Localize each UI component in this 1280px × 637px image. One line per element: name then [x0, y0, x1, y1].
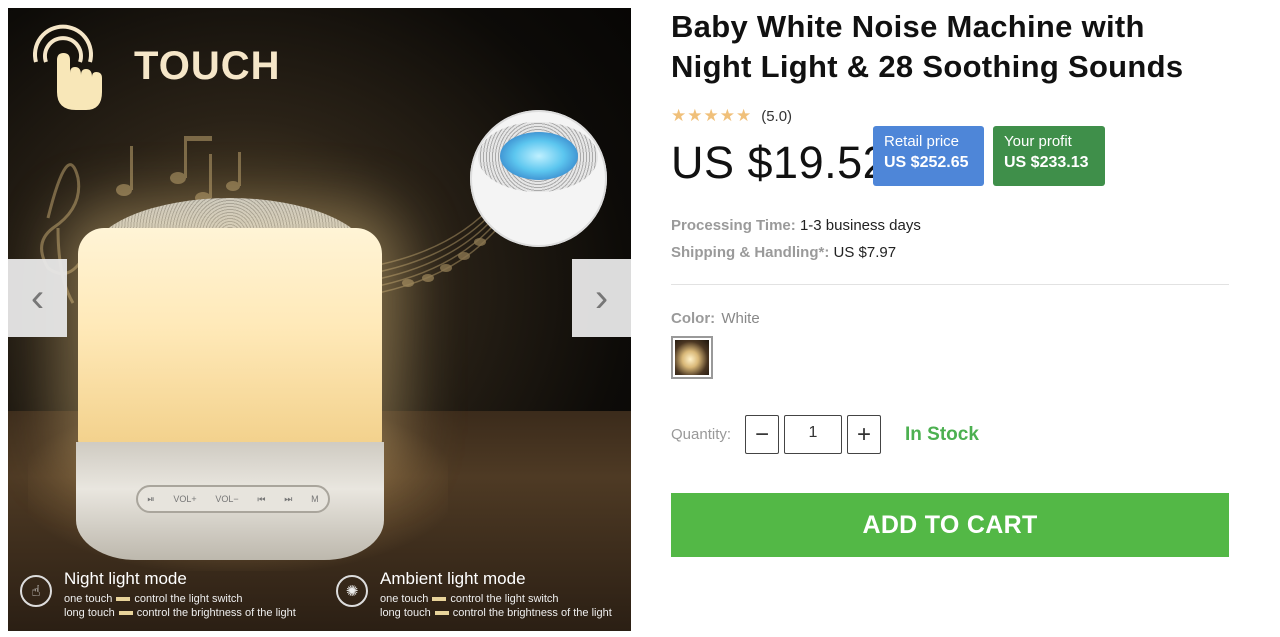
rating: ★★★★★ (5.0)	[671, 106, 792, 126]
mode-action: long touch	[64, 607, 115, 619]
lamp-control-buttons: ⏯ VOL+ VOL− ⏮ ⏭ M	[136, 485, 330, 513]
lamp-product: ⏯ VOL+ VOL− ⏮ ⏭ M	[76, 198, 384, 568]
processing-time-label: Processing Time:	[671, 217, 796, 234]
color-value: White	[721, 310, 760, 327]
color-swatch-white[interactable]	[671, 336, 713, 379]
color-label: Color:	[671, 310, 716, 327]
hand-touch-icon: ☝	[20, 575, 52, 607]
shipping-handling: Shipping & Handling*: US $7.97	[671, 244, 896, 261]
ambient-light-mode-caption: ✺ Ambient light mode one touch control th…	[336, 569, 631, 623]
profit-value: US $233.13	[1004, 154, 1089, 171]
next-icon: ⏭	[284, 493, 293, 504]
quantity-input[interactable]	[784, 415, 842, 454]
divider	[671, 284, 1229, 285]
shipping-label: Shipping & Handling*:	[671, 244, 830, 261]
quantity-label: Quantity:	[671, 426, 732, 443]
shipping-value: US $7.97	[833, 244, 897, 261]
color-selector: Color: White	[671, 310, 760, 327]
mode-line: one touch control the light switch	[64, 593, 243, 605]
gallery-next-button[interactable]: ›	[572, 259, 631, 337]
processing-time: Processing Time: 1-3 business days	[671, 217, 921, 234]
mode-title: Night light mode	[64, 569, 187, 588]
retail-price-label: Retail price	[884, 133, 960, 150]
add-to-cart-button[interactable]: ADD TO CART	[671, 493, 1229, 557]
quantity-decrease-button[interactable]: −	[745, 415, 779, 454]
brightness-icon: ✺	[336, 575, 368, 607]
processing-time-value: 1-3 business days	[799, 217, 921, 234]
plus-icon: +	[856, 420, 871, 448]
volume-down-label: VOL−	[215, 494, 239, 504]
gallery-prev-button[interactable]: ‹	[8, 259, 67, 337]
touch-overlay-text: TOUCH	[134, 44, 281, 88]
night-light-mode-caption: ☝ Night light mode one touch control the …	[20, 569, 330, 623]
mode-effect: control the light switch	[134, 593, 243, 605]
profit-label: Your profit	[1004, 133, 1072, 150]
chevron-left-icon: ‹	[30, 275, 45, 320]
mode-effect: control the light switch	[450, 593, 559, 605]
mode-effect: control the brightness of the light	[452, 607, 612, 619]
mode-label: M	[311, 494, 319, 504]
play-pause-icon: ⏯	[147, 493, 155, 504]
rating-value: (5.0)	[761, 107, 793, 125]
chevron-right-icon: ›	[594, 275, 609, 320]
mode-line: long touch control the brightness of the …	[64, 607, 296, 619]
mode-action: one touch	[380, 593, 429, 605]
volume-up-label: VOL+	[173, 494, 197, 504]
lamp-light-body	[78, 228, 382, 450]
profit-badge: Your profit US $233.13	[993, 126, 1105, 186]
retail-price-value: US $252.65	[884, 154, 969, 171]
minus-icon: −	[754, 420, 769, 448]
mode-title: Ambient light mode	[380, 569, 526, 588]
retail-price-badge: Retail price US $252.65	[873, 126, 984, 186]
previous-icon: ⏮	[257, 493, 266, 504]
mode-action: one touch	[64, 593, 113, 605]
product-image-gallery[interactable]: TOUCH ⏯ VOL+ VOL− ⏮ ⏭ M ☝ Night light mo…	[8, 8, 631, 631]
mode-action: long touch	[380, 607, 431, 619]
stock-status: In Stock	[905, 424, 979, 445]
top-view-blue-light	[500, 132, 578, 180]
touch-hand-icon	[33, 24, 102, 110]
quantity-increase-button[interactable]: +	[847, 415, 881, 454]
star-rating-icon: ★★★★★	[671, 106, 753, 125]
mode-line: one touch control the light switch	[380, 593, 559, 605]
mode-line: long touch control the brightness of the …	[380, 607, 612, 619]
lamp-top-view-inset	[470, 110, 607, 247]
swatch-thumbnail	[675, 340, 709, 375]
product-title: Baby White Noise Machine with Night Ligh…	[671, 9, 1184, 84]
mode-effect: control the brightness of the light	[136, 607, 296, 619]
product-price: US $19.52	[671, 137, 889, 188]
